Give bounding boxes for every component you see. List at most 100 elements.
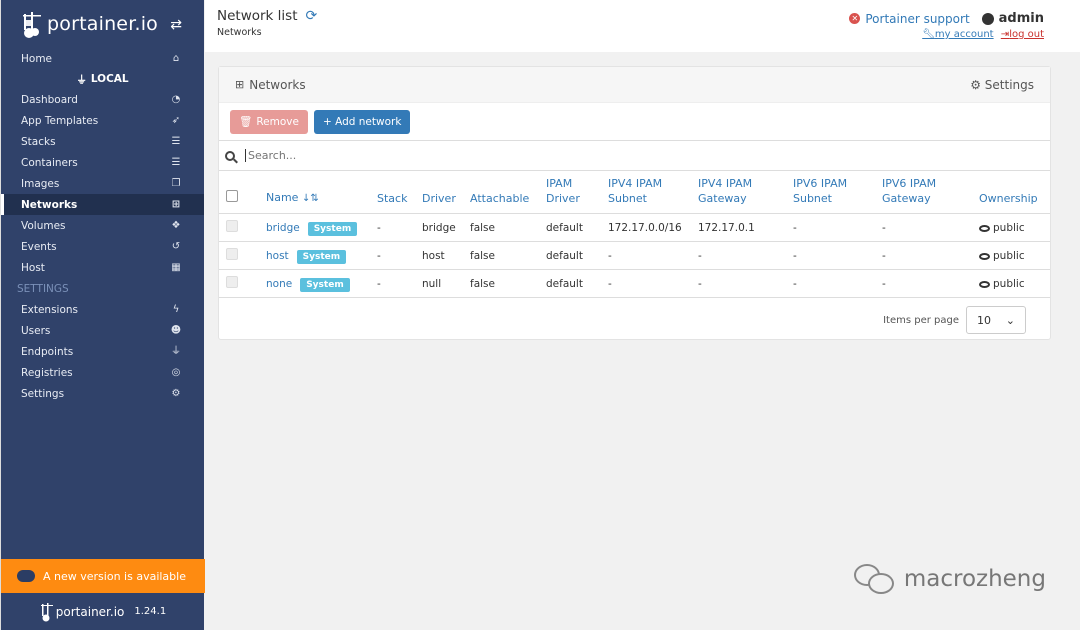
gear-icon: ⚙ xyxy=(970,77,981,92)
user-area: ✕ Portainer support admin 🔧︎my account ⇥… xyxy=(849,11,1044,40)
refresh-icon[interactable]: ⟳ xyxy=(306,8,318,24)
column-header-ownership[interactable]: Ownership xyxy=(972,171,1050,214)
network-name-link[interactable]: none xyxy=(266,278,292,290)
sidebar-item-stacks[interactable]: Stacks ☰ xyxy=(1,131,204,152)
column-header-ipam-driver[interactable]: IPAM Driver xyxy=(539,171,601,214)
eye-icon xyxy=(979,224,990,232)
search-icon xyxy=(225,150,235,161)
remove-button[interactable]: 🗑︎ Remove xyxy=(230,109,308,134)
ipv4-gateway-cell: - xyxy=(691,269,786,298)
column-header-name[interactable]: Name ↓⇅ xyxy=(259,171,370,214)
network-name-link[interactable]: host xyxy=(266,250,289,262)
wechat-icon xyxy=(853,564,896,594)
sidebar-item-label: Extensions xyxy=(21,303,79,316)
column-header-ipv4-subnet[interactable]: IPV4 IPAM Subnet xyxy=(601,171,691,214)
sidebar-item-images[interactable]: Images ❐ xyxy=(1,173,204,194)
attachable-cell: false xyxy=(463,241,539,270)
sidebar-item-users[interactable]: Users ☻ xyxy=(1,320,204,341)
row-checkbox[interactable] xyxy=(226,220,238,232)
sidebar-item-label: Dashboard xyxy=(21,93,78,106)
sidebar-item-containers[interactable]: Containers ☰ xyxy=(1,152,204,173)
sidebar-item-host[interactable]: Host ▦ xyxy=(1,257,204,278)
footer-brand: portainer.io xyxy=(55,604,125,619)
sidebar-item-label: Images xyxy=(21,177,60,190)
sidebar-item-events[interactable]: Events ↺ xyxy=(1,236,204,257)
sidebar-item-label: Settings xyxy=(21,387,65,400)
sidebar-item-settings[interactable]: Settings ⚙ xyxy=(1,383,204,404)
stack-cell: - xyxy=(370,213,415,242)
logout-link[interactable]: ⇥log out xyxy=(1001,29,1044,40)
ipam-driver-cell: default xyxy=(539,213,601,242)
sidebar-item-app-templates[interactable]: App Templates ➶ xyxy=(1,110,204,131)
sitemap-icon: ⊞ xyxy=(235,78,245,91)
database-icon: ◎ xyxy=(171,366,181,378)
column-label: Name xyxy=(266,191,299,204)
chevron-down-icon: ⌄ xyxy=(1005,313,1015,327)
portainer-logo-icon xyxy=(40,602,53,621)
sidebar-item-home[interactable]: Home ⌂ xyxy=(1,48,204,69)
sidebar-item-volumes[interactable]: Volumes ❖ xyxy=(1,215,204,236)
search-bar xyxy=(219,141,1050,171)
support-link[interactable]: ✕ Portainer support xyxy=(849,11,970,26)
update-notice[interactable]: A new version is available xyxy=(1,559,205,593)
pagination-controls: Items per page 10 ⌄ xyxy=(883,306,1026,334)
logout-label: log out xyxy=(1009,29,1044,40)
username-label: admin xyxy=(998,11,1044,26)
column-header-ipv6-subnet[interactable]: IPV6 IPAM Subnet xyxy=(786,171,875,214)
system-badge: System xyxy=(300,277,350,292)
column-header-attachable[interactable]: Attachable xyxy=(463,171,539,214)
attachable-cell: false xyxy=(463,213,539,242)
list-icon: ☰ xyxy=(171,156,181,168)
attachable-cell: false xyxy=(463,269,539,298)
page-title: Network list xyxy=(217,8,298,24)
watermark: macrozheng xyxy=(853,564,1046,594)
rocket-icon: ➶ xyxy=(171,114,181,126)
brand-name: portainer.io xyxy=(47,13,159,35)
network-name-link[interactable]: bridge xyxy=(266,222,300,234)
column-header-driver[interactable]: Driver xyxy=(415,171,463,214)
sidebar-item-endpoints[interactable]: Endpoints ⏚ xyxy=(1,341,204,362)
sidebar-item-extensions[interactable]: Extensions ϟ xyxy=(1,299,204,320)
ipv4-subnet-cell: 172.17.0.0/16 xyxy=(601,213,691,242)
history-icon: ↺ xyxy=(171,240,181,252)
add-network-button[interactable]: + Add network xyxy=(313,109,411,134)
sidebar: portainer.io ⇄ Home ⌂ ⏚ LOCAL Dashboard … xyxy=(0,0,205,630)
trash-icon: 🗑︎ xyxy=(239,116,253,128)
my-account-link[interactable]: 🔧︎my account xyxy=(922,29,993,40)
support-label: Portainer support xyxy=(865,11,970,26)
sidebar-item-networks[interactable]: Networks ⊞ xyxy=(1,194,204,215)
ipv4-subnet-cell: - xyxy=(601,269,691,298)
column-header-ipv4-gateway[interactable]: IPV4 IPAM Gateway xyxy=(691,171,786,214)
sidebar-item-registries[interactable]: Registries ◎ xyxy=(1,362,204,383)
endpoint-label: LOCAL xyxy=(90,73,129,85)
column-header-stack[interactable]: Stack xyxy=(370,171,415,214)
sort-alpha-icon: ↓⇅ xyxy=(301,193,319,204)
remove-label: Remove xyxy=(256,115,299,128)
ipv6-gateway-cell: - xyxy=(875,213,972,242)
sidebar-item-label: Registries xyxy=(21,366,73,379)
row-checkbox[interactable] xyxy=(226,248,238,260)
eye-icon xyxy=(979,280,990,288)
users-icon: ☻ xyxy=(170,324,182,336)
sitemap-icon: ⊞ xyxy=(171,198,181,210)
panel-header: ⊞ Networks ⚙ Settings xyxy=(219,67,1050,103)
sidebar-item-label: Containers xyxy=(21,156,78,169)
select-all-checkbox[interactable] xyxy=(226,190,238,202)
sidebar-item-dashboard[interactable]: Dashboard ◔ xyxy=(1,89,204,110)
table-settings-button[interactable]: ⚙ Settings xyxy=(970,78,1034,92)
page-header: Network list ⟳ Networks ✕ Portainer supp… xyxy=(205,0,1080,52)
home-icon: ⌂ xyxy=(172,52,180,64)
search-input[interactable] xyxy=(245,149,845,162)
endpoint-name: ⏚ LOCAL xyxy=(1,69,204,89)
column-header-ipv6-gateway[interactable]: IPV6 IPAM Gateway xyxy=(875,171,972,214)
table-row: bridge System - bridge false default 172.… xyxy=(219,213,1050,242)
switch-endpoint-icon[interactable]: ⇄ xyxy=(170,17,182,33)
ipv6-subnet-cell: - xyxy=(786,241,875,270)
th-icon: ▦ xyxy=(171,261,181,273)
eye-icon xyxy=(979,252,990,260)
items-per-page-select[interactable]: 10 ⌄ xyxy=(966,306,1026,334)
brand[interactable]: portainer.io ⇄ xyxy=(1,0,204,48)
ownership-cell: public xyxy=(972,241,1050,270)
portainer-logo-icon xyxy=(21,10,43,38)
row-checkbox[interactable] xyxy=(226,276,238,288)
